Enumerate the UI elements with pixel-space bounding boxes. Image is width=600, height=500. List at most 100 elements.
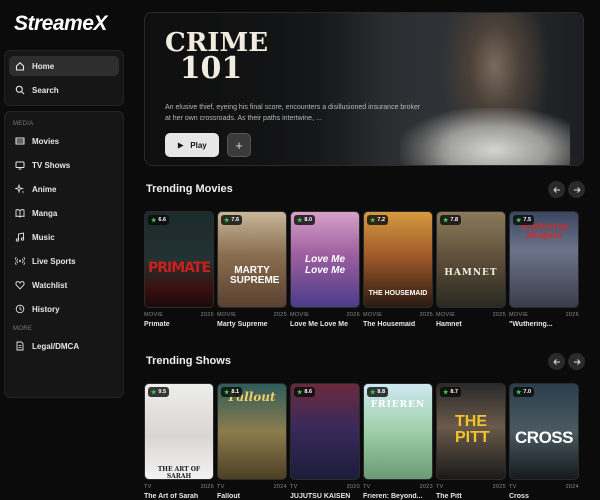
sidebar-item-watchlist[interactable]: Watchlist xyxy=(9,275,119,295)
media-type: TV xyxy=(509,484,517,490)
poster-title-art: THE PITT xyxy=(455,413,490,446)
star-icon: ★ xyxy=(516,389,522,396)
media-card[interactable]: FRIEREN ★ 8.8 TV 2023 Frieren: Beyond... xyxy=(363,383,433,500)
card-title: Frieren: Beyond... xyxy=(363,493,423,500)
rating-value: 9.5 xyxy=(158,389,167,395)
star-icon: ★ xyxy=(297,217,303,224)
card-meta: MOVIE 2026 xyxy=(290,312,360,318)
media-card[interactable]: THE PITT ★ 8.7 TV 2025 The Pitt xyxy=(436,383,506,500)
media-card[interactable]: Wuthering Heights ★ 7.5 MOVIE 2026 "Wuther… xyxy=(509,211,579,328)
media-type: MOVIE xyxy=(363,312,383,318)
rating-value: 8.8 xyxy=(377,389,386,395)
sidebar-item-search[interactable]: Search xyxy=(9,80,119,100)
poster-image: THE ART OF SARAH ★ 9.5 xyxy=(144,383,214,480)
poster-title-art: CROSS xyxy=(515,428,573,447)
hero-description: An elusive thief, eyeing his final score… xyxy=(165,104,421,122)
media-card[interactable]: PRIMATE ★ 6.6 MOVIE 2026 Primate xyxy=(144,211,214,328)
add-to-watchlist-button[interactable]: + xyxy=(227,133,251,157)
hero-banner[interactable]: CRIME 101 An elusive thief, eyeing his f… xyxy=(144,12,584,166)
scroll-right-button[interactable] xyxy=(568,353,585,370)
sidebar-item-label: History xyxy=(32,304,60,314)
card-title: "Wuthering... xyxy=(509,321,553,328)
card-title: Marty Supreme xyxy=(217,321,268,328)
star-icon: ★ xyxy=(297,389,303,396)
card-title: Love Me Love Me xyxy=(290,321,348,328)
poster-title-art: Love Me Love Me xyxy=(305,254,346,276)
scroll-right-button[interactable] xyxy=(568,181,585,198)
sidebar-item-legal-dmca[interactable]: Legal/DMCA xyxy=(9,336,119,356)
media-card[interactable]: THE HOUSEMAID ★ 7.2 MOVIE 2025 The Housema… xyxy=(363,211,433,328)
media-card[interactable]: Fallout ★ 8.1 TV 2024 Fallout xyxy=(217,383,287,500)
tv-icon xyxy=(15,160,25,170)
search-icon xyxy=(15,85,25,95)
sidebar-item-home[interactable]: Home xyxy=(9,56,119,76)
media-card[interactable]: HAMNET ★ 7.8 MOVIE 2025 Hamnet xyxy=(436,211,506,328)
sidebar-item-label: Legal/DMCA xyxy=(32,341,80,351)
card-meta: TV 2024 xyxy=(217,484,287,490)
sidebar-item-manga[interactable]: Manga xyxy=(9,203,119,223)
section-label-more: MORE xyxy=(13,326,33,332)
poster-image: Love Me Love Me ★ 8.0 xyxy=(290,211,360,308)
media-card[interactable]: MARTY SUPREME ★ 7.6 MOVIE 2025 Marty Supre… xyxy=(217,211,287,328)
rating-value: 8.0 xyxy=(304,217,313,223)
film-icon xyxy=(15,136,25,146)
sidebar-item-label: Music xyxy=(32,232,55,242)
sidebar-item-tv-shows[interactable]: TV Shows xyxy=(9,155,119,175)
card-title: Hamnet xyxy=(436,321,462,328)
card-title: Primate xyxy=(144,321,170,328)
book-icon xyxy=(15,208,25,218)
card-meta: MOVIE 2025 xyxy=(363,312,433,318)
card-meta: MOVIE 2025 xyxy=(436,312,506,318)
media-year: 2020 xyxy=(346,484,360,490)
play-button[interactable]: Play xyxy=(165,133,219,157)
card-meta: TV 2024 xyxy=(509,484,579,490)
trending-shows-row: THE ART OF SARAH ★ 9.5 TV 2026 The Art of … xyxy=(144,383,579,500)
media-card[interactable]: Love Me Love Me ★ 8.0 MOVIE 2026 Love Me L… xyxy=(290,211,360,328)
media-type: MOVIE xyxy=(217,312,237,318)
trending-shows-arrows xyxy=(548,353,585,370)
app-logo[interactable]: StreameX xyxy=(14,12,107,36)
play-icon xyxy=(178,141,184,149)
heart-icon xyxy=(15,280,25,290)
home-icon xyxy=(15,61,25,71)
poster-image: THE HOUSEMAID ★ 7.2 xyxy=(363,211,433,308)
sidebar-item-live-sports[interactable]: Live Sports xyxy=(9,251,119,271)
section-title-trending-shows: Trending Shows xyxy=(146,355,231,367)
poster-image: FRIEREN ★ 8.8 xyxy=(363,383,433,480)
sidebar-item-movies[interactable]: Movies xyxy=(9,131,119,151)
media-year: 2024 xyxy=(273,484,287,490)
media-card[interactable]: ★ 8.6 TV 2020 JUJUTSU KAISEN xyxy=(290,383,360,500)
rating-badge: ★ 7.0 xyxy=(513,387,535,397)
sparkles-icon xyxy=(15,184,25,194)
media-year: 2025 xyxy=(492,312,506,318)
star-icon: ★ xyxy=(224,217,230,224)
card-title: Cross xyxy=(509,493,529,500)
star-icon: ★ xyxy=(151,217,157,224)
scroll-left-button[interactable] xyxy=(548,353,565,370)
media-card[interactable]: THE ART OF SARAH ★ 9.5 TV 2026 The Art of … xyxy=(144,383,214,500)
media-type: TV xyxy=(217,484,225,490)
card-meta: TV 2025 xyxy=(436,484,506,490)
rating-badge: ★ 6.6 xyxy=(148,215,170,225)
arrow-right-icon xyxy=(573,186,581,193)
trending-movies-arrows xyxy=(548,181,585,198)
sidebar-item-anime[interactable]: Anime xyxy=(9,179,119,199)
media-type: MOVIE xyxy=(436,312,456,318)
media-year: 2024 xyxy=(565,484,579,490)
rating-value: 8.6 xyxy=(304,389,313,395)
media-year: 2025 xyxy=(419,312,433,318)
sidebar-item-music[interactable]: Music xyxy=(9,227,119,247)
scroll-left-button[interactable] xyxy=(548,181,565,198)
media-type: MOVIE xyxy=(144,312,164,318)
arrow-right-icon xyxy=(573,358,581,365)
sidebar-media-nav: MEDIA Movies TV Shows Anime Manga Music xyxy=(4,111,124,398)
rating-badge: ★ 7.8 xyxy=(440,215,462,225)
poster-image: ★ 8.6 xyxy=(290,383,360,480)
media-type: MOVIE xyxy=(509,312,529,318)
media-card[interactable]: CROSS ★ 7.0 TV 2024 Cross xyxy=(509,383,579,500)
card-meta: TV 2020 xyxy=(290,484,360,490)
star-icon: ★ xyxy=(151,389,157,396)
rating-value: 8.1 xyxy=(231,389,240,395)
media-year: 2026 xyxy=(346,312,360,318)
sidebar-item-history[interactable]: History xyxy=(9,299,119,319)
